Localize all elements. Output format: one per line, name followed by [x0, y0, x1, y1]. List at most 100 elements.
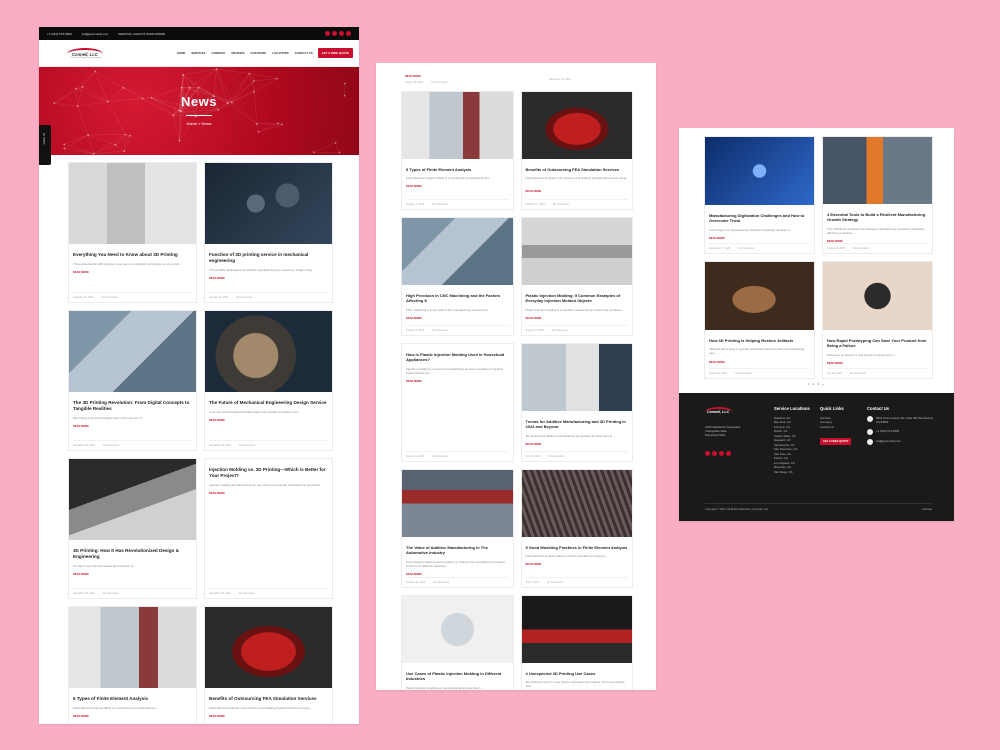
- read-more-link[interactable]: READ MORE: [73, 573, 192, 576]
- email-text[interactable]: sst@jpconnelly.com: [82, 32, 109, 36]
- post-title[interactable]: How 3D Printing Is Helping Restore Artif…: [709, 338, 810, 343]
- post-title[interactable]: Function of 3D printing service in mecha…: [209, 252, 328, 264]
- page-link[interactable]: 1: [808, 382, 810, 386]
- post-card[interactable]: How is Plastic Injection Molding Used in…: [401, 343, 514, 462]
- twitter-icon[interactable]: [332, 31, 337, 36]
- nav-item-locations[interactable]: LOCATIONS: [272, 51, 288, 55]
- footer-email[interactable]: sst@jpconnelly.com: [876, 439, 901, 443]
- post-comments[interactable]: No Comments: [735, 372, 751, 375]
- post-comments[interactable]: No Comments: [239, 444, 255, 447]
- linkedin-icon[interactable]: [346, 31, 351, 36]
- post-comments[interactable]: No Comments: [738, 247, 754, 250]
- service-location-link[interactable]: San Diego, CA: [774, 470, 810, 474]
- post-card[interactable]: Use Cases of Plastic Injection Molding i…: [401, 595, 514, 690]
- post-thumbnail[interactable]: [402, 218, 513, 285]
- post-title[interactable]: Everything You Need to Know about 3D Pri…: [73, 252, 192, 258]
- read-more-link[interactable]: READ MORE: [406, 185, 509, 188]
- post-card[interactable]: How Rapid Prototyping Can Save Your Prod…: [822, 261, 933, 379]
- breadcrumb[interactable]: Home » News: [39, 121, 359, 126]
- read-more-link[interactable]: READ MORE: [209, 419, 328, 422]
- post-card[interactable]: The Future of Mechanical Engineering Des…: [204, 310, 333, 451]
- post-card[interactable]: How 3D Printing Is Helping Restore Artif…: [704, 261, 815, 379]
- post-thumbnail[interactable]: [521, 218, 632, 285]
- read-more-link[interactable]: READ MORE: [526, 190, 629, 193]
- post-comments[interactable]: No Comments: [553, 203, 569, 206]
- nav-item-services[interactable]: SERVICES: [191, 51, 205, 55]
- page-link[interactable]: »: [822, 382, 824, 386]
- post-title[interactable]: 3D Printing: How It Has Revolutionized D…: [73, 548, 192, 560]
- post-card[interactable]: Everything You Need to Know about 3D Pri…: [68, 162, 197, 303]
- post-thumbnail[interactable]: [823, 262, 932, 330]
- post-thumbnail[interactable]: [402, 596, 513, 663]
- post-card[interactable]: Plastic Injection Molding: 5 Common Exam…: [520, 217, 633, 336]
- post-card[interactable]: 3D Printing: How It Has Revolutionized D…: [68, 458, 197, 599]
- read-more-link[interactable]: READ MORE: [73, 425, 192, 428]
- post-card[interactable]: 5 Good Modeling Practices in Finite Elem…: [520, 469, 633, 588]
- post-card[interactable]: Trends for Additive Manufacturing and 3D…: [520, 343, 633, 462]
- free-quote-button[interactable]: GET A FREE QUOTE: [317, 48, 353, 58]
- post-title[interactable]: High Precision in CNC Machining and the …: [406, 293, 509, 304]
- post-thumbnail[interactable]: [69, 607, 196, 688]
- quick-link[interactable]: Contact Us: [820, 425, 851, 429]
- post-title[interactable]: How is Plastic Injection Molding Used in…: [406, 352, 509, 363]
- post-comments[interactable]: No Comments: [850, 372, 866, 375]
- read-more-link[interactable]: READ MORE: [406, 380, 509, 383]
- nav-item-company[interactable]: COMPANY: [211, 51, 225, 55]
- post-thumbnail[interactable]: [521, 344, 632, 411]
- sitemap-link[interactable]: Sitemap: [922, 508, 932, 511]
- post-title[interactable]: Benefits of Outsourcing FEA Simulation S…: [526, 167, 629, 172]
- follow-us-tab[interactable]: Follow Us: [39, 125, 51, 165]
- post-comments[interactable]: No Comments: [432, 329, 448, 332]
- read-more-link[interactable]: READ MORE: [406, 573, 509, 576]
- read-more-link[interactable]: READ MORE: [827, 362, 928, 365]
- footer-logo[interactable]: Connell, LLC: [705, 407, 733, 417]
- post-thumbnail[interactable]: [823, 137, 932, 205]
- nav-item-contact-us[interactable]: CONTACT US: [295, 51, 313, 55]
- post-card[interactable]: 5 Types of Finite Element Analysis Finite…: [401, 91, 514, 210]
- instagram-icon[interactable]: [719, 451, 724, 456]
- nav-item-reviews[interactable]: REVIEWS: [232, 51, 245, 55]
- post-title[interactable]: 4 Essential Tools to Build a Resilient M…: [827, 212, 928, 223]
- post-title[interactable]: Use Cases of Plastic Injection Molding i…: [406, 671, 509, 682]
- read-more-link[interactable]: READ MORE: [73, 271, 192, 274]
- post-comments[interactable]: No Comments: [548, 455, 564, 458]
- post-comments[interactable]: No Comments: [431, 81, 447, 84]
- post-card[interactable]: Function of 3D printing service in mecha…: [204, 162, 333, 303]
- read-more-link[interactable]: READ MORE: [526, 443, 629, 446]
- post-title[interactable]: Trends for Additive Manufacturing and 3D…: [526, 419, 629, 430]
- post-title[interactable]: How Rapid Prototyping Can Save Your Prod…: [827, 338, 928, 349]
- phone-text[interactable]: +1 (510) 573-6500: [47, 32, 72, 36]
- read-more-link[interactable]: READ MORE: [406, 317, 509, 320]
- linkedin-icon[interactable]: [726, 451, 731, 456]
- post-thumbnail[interactable]: [69, 163, 196, 244]
- footer-quote-button[interactable]: GET A FREE QUOTE: [820, 438, 852, 446]
- post-card[interactable]: Manufacturing Digitization Challenges an…: [704, 136, 815, 254]
- post-thumbnail[interactable]: [205, 607, 332, 688]
- post-card[interactable]: The 3D Printing Revolution: From Digital…: [68, 310, 197, 451]
- read-more-link[interactable]: READ MORE: [73, 715, 192, 718]
- post-title[interactable]: The 3D Printing Revolution: From Digital…: [73, 400, 192, 412]
- post-title[interactable]: Benefits of Outsourcing FEA Simulation S…: [209, 696, 328, 702]
- post-comments[interactable]: No Comments: [432, 455, 448, 458]
- nav-item-our-work[interactable]: OUR WORK: [250, 51, 266, 55]
- post-title[interactable]: 5 Good Modeling Practices in Finite Elem…: [526, 545, 629, 550]
- post-title[interactable]: 5 Types of Finite Element Analysis: [406, 167, 509, 172]
- post-comments[interactable]: No Comments: [547, 581, 563, 584]
- page-link[interactable]: 2: [813, 382, 815, 386]
- post-thumbnail[interactable]: [69, 311, 196, 392]
- post-thumbnail[interactable]: [205, 163, 332, 244]
- nav-item-home[interactable]: HOME: [177, 51, 185, 55]
- post-thumbnail[interactable]: [205, 311, 332, 392]
- page-link[interactable]: 3: [817, 382, 819, 386]
- post-title[interactable]: Plastic Injection Molding: 5 Common Exam…: [526, 293, 629, 304]
- post-comments[interactable]: No Comments: [101, 296, 117, 299]
- post-comments[interactable]: No Comments: [103, 592, 119, 595]
- post-comments[interactable]: No Comments: [103, 444, 119, 447]
- post-thumbnail[interactable]: [705, 262, 814, 330]
- facebook-icon[interactable]: [705, 451, 710, 456]
- read-more-link[interactable]: READ MORE: [526, 317, 629, 320]
- post-comments[interactable]: No Comments: [853, 247, 869, 250]
- post-title[interactable]: 4 Unexpected 3D Printing Use Cases: [526, 671, 629, 676]
- read-more-link[interactable]: READ MORE: [526, 563, 629, 566]
- post-thumbnail[interactable]: [521, 596, 632, 663]
